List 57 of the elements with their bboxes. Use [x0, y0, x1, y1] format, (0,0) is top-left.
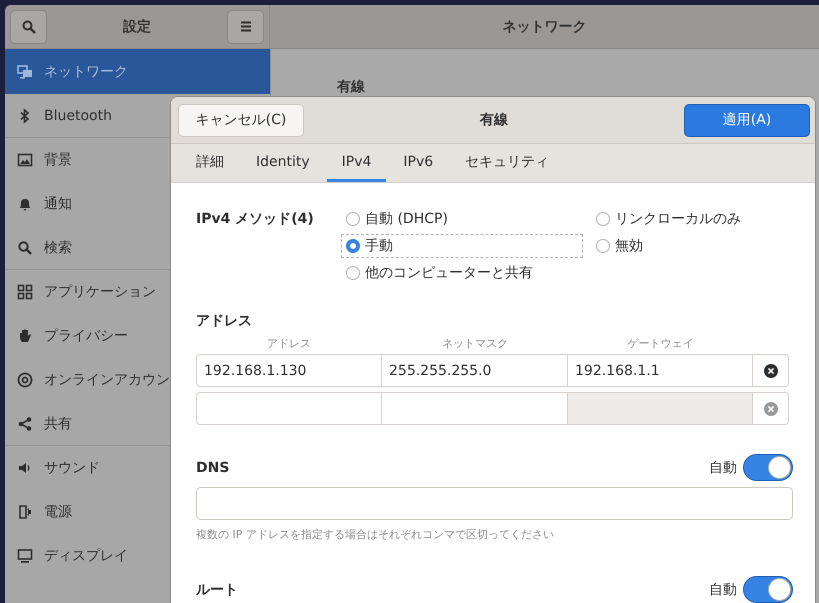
- search-icon: [17, 240, 33, 256]
- method-label: IPv4 メソッド(4): [196, 210, 315, 229]
- dialog-title: 有線: [480, 111, 508, 129]
- sidebar-title: 設定: [123, 18, 151, 36]
- tab[interactable]: 詳細: [181, 144, 239, 182]
- radio-option[interactable]: 手動: [341, 234, 583, 258]
- tab[interactable]: IPv4: [326, 144, 386, 182]
- radio-option[interactable]: 他のコンピューターと共有: [341, 261, 583, 285]
- radio-button[interactable]: [596, 239, 610, 253]
- network-icon: [17, 64, 33, 80]
- toggle-switch[interactable]: [743, 576, 793, 603]
- netmask-field[interactable]: [382, 392, 568, 425]
- menu-button[interactable]: [227, 10, 264, 44]
- search-button[interactable]: [10, 10, 47, 44]
- radio-option[interactable]: 無効: [591, 234, 791, 258]
- auto-label: 自動: [709, 458, 737, 476]
- plug-icon: [17, 504, 33, 520]
- radio-button[interactable]: [346, 212, 360, 226]
- monitor-icon: [17, 548, 33, 564]
- toggle-switch[interactable]: [743, 454, 793, 481]
- search-icon: [22, 20, 36, 34]
- address-field[interactable]: 192.168.1.130: [196, 354, 382, 387]
- routes-heading: ルート: [196, 580, 238, 598]
- grid-icon: [17, 284, 33, 300]
- close-icon: [768, 406, 774, 412]
- radio-option[interactable]: 自動 (DHCP): [341, 207, 583, 231]
- apply-button[interactable]: 適用(A): [684, 104, 810, 136]
- tab[interactable]: IPv6: [388, 144, 448, 182]
- netmask-field[interactable]: 255.255.255.0: [382, 354, 568, 387]
- cancel-button[interactable]: キャンセル(C): [178, 104, 304, 136]
- auto-label: 自動: [709, 580, 737, 598]
- radio-button[interactable]: [346, 239, 360, 253]
- dns-field[interactable]: [196, 487, 793, 520]
- hand-icon: [17, 328, 33, 344]
- column-header: ゲートウェイ: [626, 336, 694, 351]
- tab[interactable]: セキュリティ: [450, 144, 564, 182]
- column-header: ネットマスク: [441, 336, 509, 351]
- bell-icon: [17, 196, 33, 212]
- address-field[interactable]: [196, 392, 382, 425]
- gateway-field[interactable]: 192.168.1.1: [568, 354, 753, 387]
- image-icon: [17, 152, 33, 168]
- close-icon: [768, 368, 774, 374]
- hint-text: 複数の IP アドレスを指定する場合はそれぞれコンマで区切ってください: [196, 527, 555, 542]
- section-title: 有線: [337, 79, 365, 95]
- menu-icon: [240, 21, 252, 32]
- tab[interactable]: Identity: [241, 144, 325, 182]
- addresses-heading: アドレス: [196, 312, 253, 330]
- column-header: アドレス: [266, 336, 312, 351]
- radio-button[interactable]: [596, 212, 610, 226]
- remove-button[interactable]: [764, 364, 778, 378]
- sidebar-item[interactable]: ネットワーク: [5, 49, 270, 94]
- panel-title: ネットワーク: [502, 18, 586, 36]
- radio-button[interactable]: [346, 266, 360, 280]
- radio-option[interactable]: リンクローカルのみ: [591, 207, 791, 231]
- dns-heading: DNS: [196, 460, 230, 476]
- share-icon: [17, 416, 33, 432]
- sidebar-item[interactable]: アプリケーション: [5, 270, 270, 314]
